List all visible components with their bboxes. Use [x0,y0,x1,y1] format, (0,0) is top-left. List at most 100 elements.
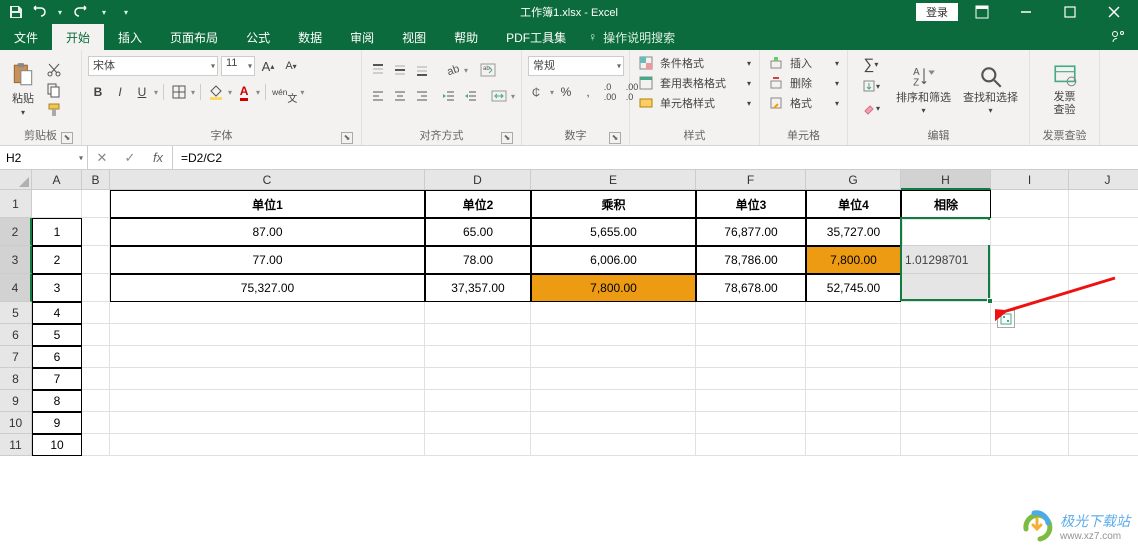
qat-customize-icon[interactable]: ▾ [118,4,134,20]
cell-F7[interactable] [696,346,806,368]
cell-G9[interactable] [806,390,901,412]
decrease-font-icon[interactable]: A▾ [281,56,301,76]
conditional-format-button[interactable]: 条件格式▾ [636,54,753,72]
increase-decimal-icon[interactable]: .0.00 [600,82,620,102]
cell-I1[interactable] [991,190,1069,218]
cell-G11[interactable] [806,434,901,456]
cell-H5[interactable] [901,302,991,324]
column-header-E[interactable]: E [531,170,696,190]
cut-icon[interactable] [44,61,64,79]
cell-D8[interactable] [425,368,531,390]
cell-J3[interactable] [1069,246,1138,274]
row-header-7[interactable]: 7 [0,346,32,368]
autofill-options-button[interactable] [997,310,1015,328]
font-color-button[interactable]: A [234,82,254,102]
cell-J8[interactable] [1069,368,1138,390]
cell-D1[interactable]: 单位2 [425,190,531,218]
cell-I4[interactable] [991,274,1069,302]
cell-E7[interactable] [531,346,696,368]
cell-A4[interactable]: 3 [32,274,82,302]
row-header-6[interactable]: 6 [0,324,32,346]
cell-E9[interactable] [531,390,696,412]
row-header-2[interactable]: 2 [0,218,32,246]
cell-F10[interactable] [696,412,806,434]
column-header-B[interactable]: B [82,170,110,190]
cell-I10[interactable] [991,412,1069,434]
row-header-11[interactable]: 11 [0,434,32,456]
tab-data[interactable]: 数据 [284,24,336,50]
column-header-G[interactable]: G [806,170,901,190]
cell-H2[interactable]: 0.74712644 [901,218,991,246]
column-header-I[interactable]: I [991,170,1069,190]
cell-G10[interactable] [806,412,901,434]
number-format-select[interactable]: 常规▾ [528,56,624,76]
paste-button[interactable]: 粘贴 ▾ [6,52,40,127]
increase-font-icon[interactable]: A▴ [258,56,278,76]
cell-B7[interactable] [82,346,110,368]
cell-B6[interactable] [82,324,110,346]
cell-A9[interactable]: 8 [32,390,82,412]
cell-J1[interactable] [1069,190,1138,218]
clear-icon[interactable]: ▾ [854,98,888,118]
cell-D10[interactable] [425,412,531,434]
cell-B8[interactable] [82,368,110,390]
save-icon[interactable] [8,4,24,20]
cell-C3[interactable]: 77.00 [110,246,425,274]
row-header-1[interactable]: 1 [0,190,32,218]
cell-G1[interactable]: 单位4 [806,190,901,218]
fill-icon[interactable]: ▾ [854,76,888,96]
cell-I11[interactable] [991,434,1069,456]
cell-D2[interactable]: 65.00 [425,218,531,246]
cell-styles-button[interactable]: 单元格样式▾ [636,94,753,112]
cell-H9[interactable] [901,390,991,412]
cell-G8[interactable] [806,368,901,390]
cell-H7[interactable] [901,346,991,368]
font-size-select[interactable]: 11▾ [221,56,255,76]
cell-G7[interactable] [806,346,901,368]
tab-formulas[interactable]: 公式 [232,24,284,50]
cell-D5[interactable] [425,302,531,324]
maximize-icon[interactable] [1050,0,1090,24]
italic-button[interactable]: I [110,82,130,102]
cell-G6[interactable] [806,324,901,346]
cell-A2[interactable]: 1 [32,218,82,246]
column-header-D[interactable]: D [425,170,531,190]
cell-C2[interactable]: 87.00 [110,218,425,246]
cell-I8[interactable] [991,368,1069,390]
undo-icon[interactable] [30,4,46,20]
cell-H3[interactable]: 1.01298701 [901,246,991,274]
cell-I2[interactable] [991,218,1069,246]
cell-E11[interactable] [531,434,696,456]
decrease-indent-icon[interactable] [439,86,459,106]
row-header-4[interactable]: 4 [0,274,32,302]
cell-D6[interactable] [425,324,531,346]
cell-B5[interactable] [82,302,110,324]
cell-H6[interactable] [901,324,991,346]
column-header-J[interactable]: J [1069,170,1138,190]
formula-input[interactable]: =D2/C2 [173,146,1138,169]
clipboard-launcher[interactable]: ⬊ [61,132,73,144]
cell-J5[interactable] [1069,302,1138,324]
cell-A7[interactable]: 6 [32,346,82,368]
cell-E2[interactable]: 5,655.00 [531,218,696,246]
cell-A10[interactable]: 9 [32,412,82,434]
column-header-C[interactable]: C [110,170,425,190]
insert-cells-button[interactable]: 插入▾ [766,54,841,72]
cell-C7[interactable] [110,346,425,368]
cell-G5[interactable] [806,302,901,324]
cell-I3[interactable] [991,246,1069,274]
row-header-5[interactable]: 5 [0,302,32,324]
tell-me-search[interactable]: ♀ 操作说明搜索 [588,24,675,50]
cell-C10[interactable] [110,412,425,434]
cell-I7[interactable] [991,346,1069,368]
column-header-F[interactable]: F [696,170,806,190]
cell-F5[interactable] [696,302,806,324]
underline-button[interactable]: U [132,82,152,102]
cell-B9[interactable] [82,390,110,412]
cell-H10[interactable] [901,412,991,434]
row-header-8[interactable]: 8 [0,368,32,390]
cell-F11[interactable] [696,434,806,456]
cell-D3[interactable]: 78.00 [425,246,531,274]
row-header-9[interactable]: 9 [0,390,32,412]
tab-home[interactable]: 开始 [52,24,104,50]
